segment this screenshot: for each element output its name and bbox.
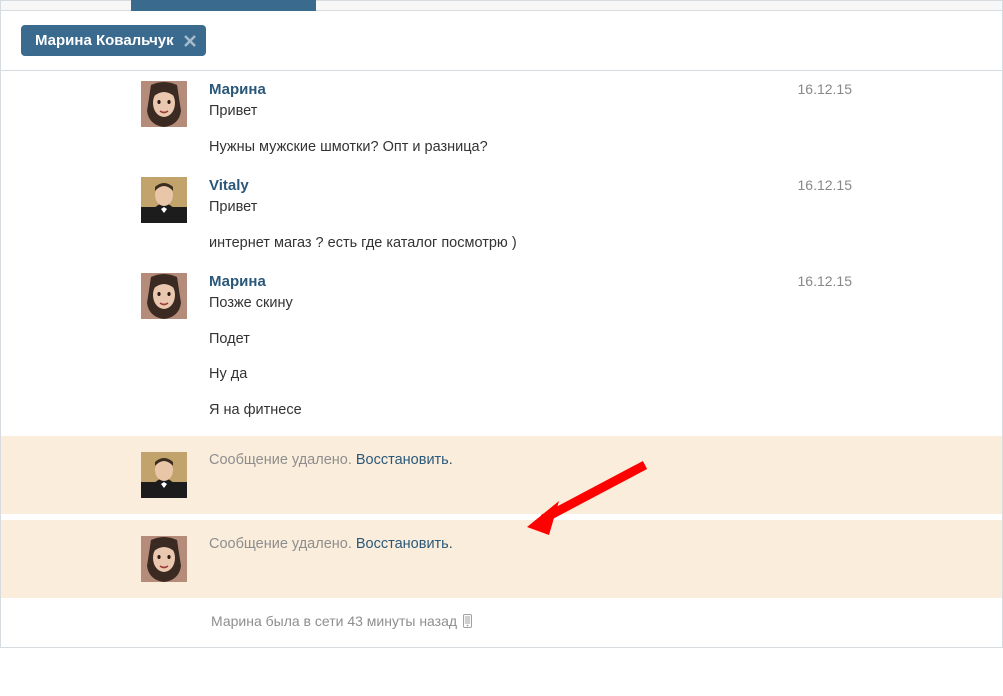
tab-strip xyxy=(1,1,1002,11)
message-text: Привет xyxy=(209,198,972,218)
footer-status: Марина была в сети 43 минуты назад xyxy=(1,599,1002,647)
mobile-icon xyxy=(463,614,472,628)
message: 16.12.15 Марина Позже скину Подет Ну да Я на … xyxy=(1,263,1002,430)
message-header: Марина xyxy=(209,273,972,290)
message-text: Позже скину xyxy=(209,294,972,314)
avatar[interactable] xyxy=(141,536,187,582)
contact-chip[interactable]: Марина Ковальчук xyxy=(21,25,206,56)
avatar[interactable] xyxy=(141,81,187,127)
online-status-text: Марина была в сети 43 минуты назад xyxy=(211,613,457,629)
deleted-message: Сообщение удалено. Восстановить. xyxy=(1,435,1002,515)
message-text: Подет xyxy=(209,330,972,350)
message: 16.12.15 Марина Привет Нужны мужские шмотки… xyxy=(1,71,1002,167)
deleted-message: Сообщение удалено. Восстановить. xyxy=(1,519,1002,599)
restore-link[interactable]: Восстановить. xyxy=(356,452,453,468)
avatar[interactable] xyxy=(141,452,187,498)
message-text: интернет магаз ? есть где каталог посмот… xyxy=(209,234,972,254)
message-date: 16.12.15 xyxy=(798,273,853,289)
author-link[interactable]: Марина xyxy=(209,81,266,98)
message-text: Я на фитнесе xyxy=(209,401,972,421)
message-text: Нужны мужские шмотки? Опт и разница? xyxy=(209,138,972,158)
avatar[interactable] xyxy=(141,177,187,223)
app-frame: Марина Ковальчук 16.12.15 Марина Привет Нуж… xyxy=(0,0,1003,648)
avatar[interactable] xyxy=(141,273,187,319)
message-body: Марина Привет Нужны мужские шмотки? Опт и … xyxy=(209,81,972,163)
message-date: 16.12.15 xyxy=(798,81,853,97)
message-body: Vitaly Привет интернет магаз ? есть где ка… xyxy=(209,177,972,259)
deleted-label: Сообщение удалено. xyxy=(209,536,356,552)
message-date: 16.12.15 xyxy=(798,177,853,193)
author-link[interactable]: Vitaly xyxy=(209,177,249,194)
message-text: Привет xyxy=(209,102,972,122)
deleted-label: Сообщение удалено. xyxy=(209,452,356,468)
message-list: 16.12.15 Марина Привет Нужны мужские шмотки… xyxy=(1,71,1002,599)
author-link[interactable]: Марина xyxy=(209,273,266,290)
message-header: Марина xyxy=(209,81,972,98)
message-body: Сообщение удалено. Восстановить. xyxy=(209,452,972,498)
contact-chip-label: Марина Ковальчук xyxy=(35,32,174,49)
header-bar: Марина Ковальчук xyxy=(1,11,1002,71)
message-body: Марина Позже скину Подет Ну да Я на фитнесе xyxy=(209,273,972,426)
message-header: Vitaly xyxy=(209,177,972,194)
message: 16.12.15 Vitaly Привет интернет магаз ? ест… xyxy=(1,167,1002,263)
restore-link[interactable]: Восстановить. xyxy=(356,536,453,552)
message-body: Сообщение удалено. Восстановить. xyxy=(209,536,972,582)
message-text: Ну да xyxy=(209,365,972,385)
close-icon[interactable] xyxy=(184,35,196,47)
